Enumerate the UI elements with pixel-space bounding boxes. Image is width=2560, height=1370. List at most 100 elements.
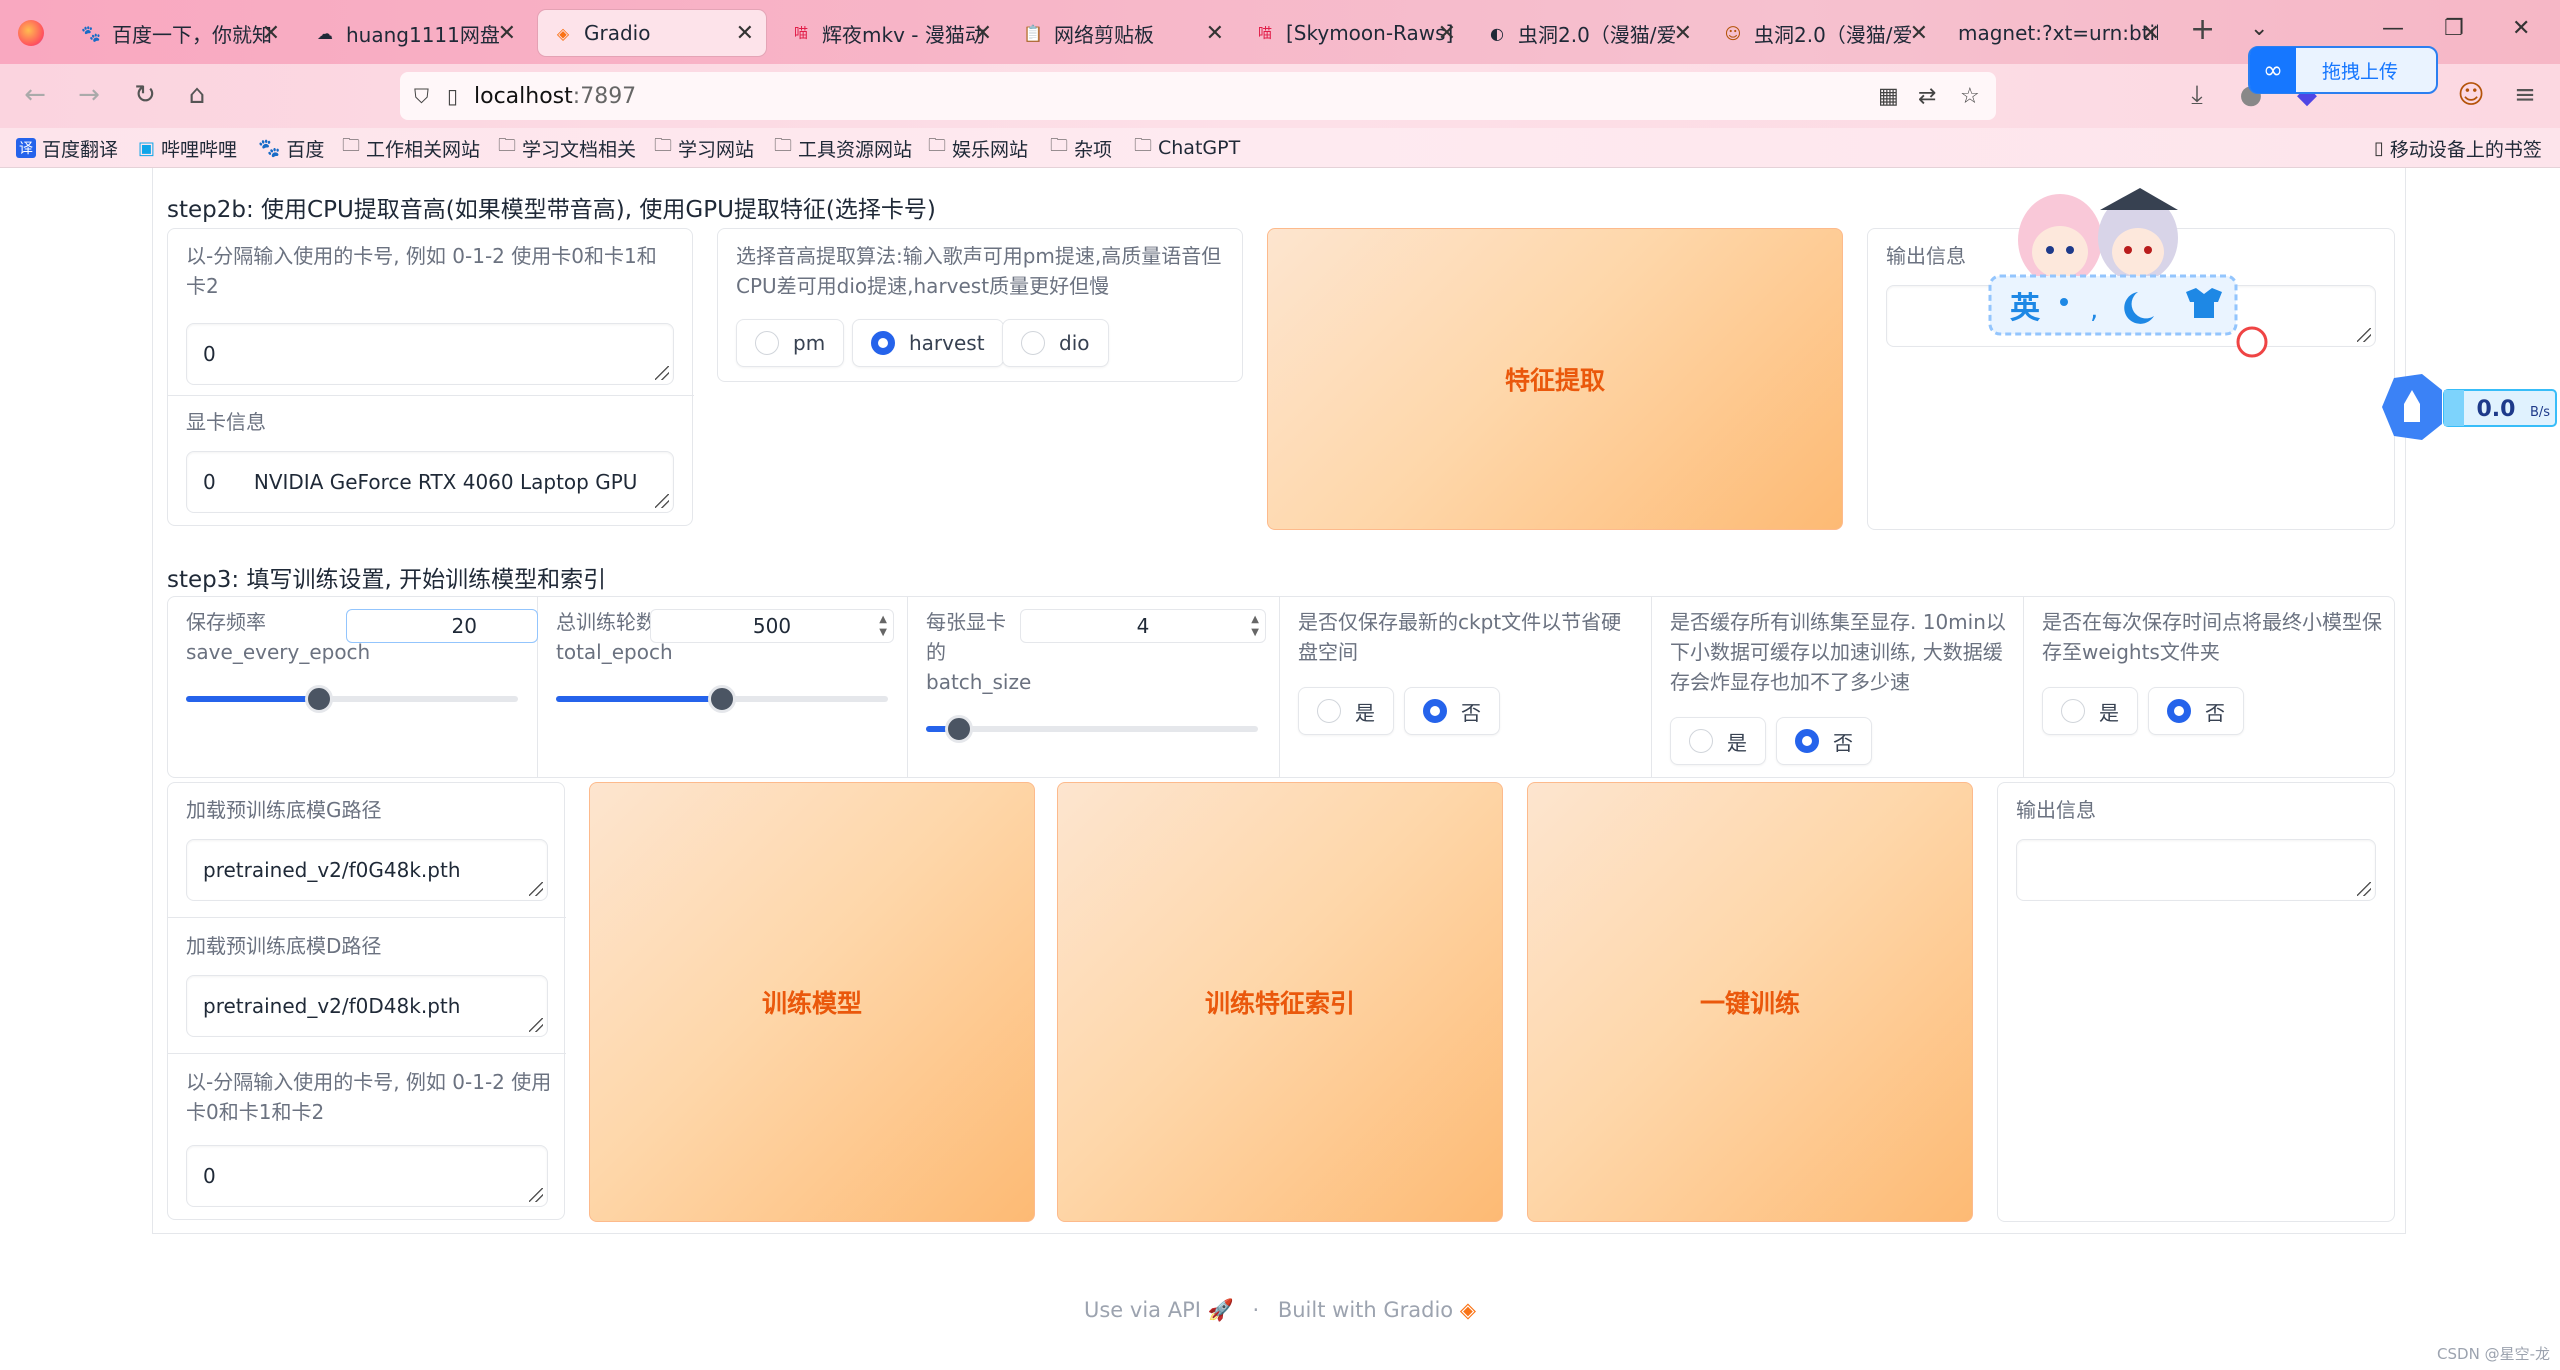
tab-baidu[interactable]: 🐾 百度一下，你就知 ✕	[66, 10, 292, 56]
train-index-button[interactable]: 训练特征索引	[1057, 782, 1503, 1222]
radio-harvest[interactable]: harvest	[852, 319, 1004, 367]
slider-thumb[interactable]	[708, 685, 736, 713]
gpus-label-step3: 以-分隔输入使用的卡号, 例如 0-1-2 使用卡0和卡1和卡2	[186, 1070, 552, 1124]
save-freq-input[interactable]: 20	[346, 609, 538, 643]
total-epoch-label: 总训练轮数	[556, 610, 656, 634]
use-via-api-link[interactable]: Use via API	[1084, 1298, 1201, 1322]
batch-size-input[interactable]: 4 ▲ ▼	[1020, 609, 1266, 643]
tab-huang-pan[interactable]: ☁ huang1111网盘 ✕	[300, 10, 528, 56]
network-speed-widget[interactable]: 0.0 B/s	[2372, 370, 2560, 444]
bookmark-item[interactable]: 🗀 ChatGPT	[1134, 134, 1240, 162]
page-icon[interactable]: ▯	[447, 84, 458, 108]
bookmark-item[interactable]: 🐾 百度	[258, 134, 324, 162]
chevron-down-icon[interactable]: ⌄	[2250, 16, 2268, 41]
firefox-icon[interactable]	[18, 20, 44, 46]
close-icon[interactable]: ✕	[262, 21, 280, 46]
bookmark-item[interactable]: ▣ 哔哩哔哩	[138, 134, 237, 162]
gradio-logo-icon: ◈	[1459, 1298, 1476, 1322]
tab-clipboard[interactable]: 📋 网络剪贴板 ✕	[1008, 10, 1236, 56]
close-icon[interactable]: ✕	[1438, 21, 1456, 46]
close-icon[interactable]: ✕	[1206, 21, 1224, 46]
built-with-gradio-link[interactable]: Built with Gradio	[1278, 1298, 1453, 1322]
shield-icon[interactable]: ⛉	[414, 84, 429, 108]
radio-cache-no[interactable]: 否	[1776, 717, 1872, 765]
qr-code-icon[interactable]: ▦	[1878, 84, 1899, 109]
minimize-icon[interactable]: —	[2382, 16, 2404, 41]
radio-cache-yes[interactable]: 是	[1670, 717, 1766, 765]
tab-gradio[interactable]: ◈ Gradio ✕	[538, 10, 766, 56]
watermark-credit: CSDN @星空-龙	[2437, 1345, 2550, 1363]
back-icon[interactable]: ←	[18, 78, 52, 112]
save-freq-slider-block: 保存频率 save_every_epoch 20	[168, 597, 538, 777]
bookmark-item[interactable]: 🗀 工作相关网站	[342, 134, 480, 162]
tab-wormhole-1[interactable]: ◐ 虫洞2.0（漫猫/爱 ✕	[1472, 10, 1704, 56]
tab-skymoon[interactable]: 喵 [Skymoon-Raws] ✕	[1240, 10, 1468, 56]
translate-icon[interactable]: ⇄	[1918, 84, 1936, 109]
slider-thumb[interactable]	[945, 715, 974, 743]
divider	[168, 395, 694, 396]
batch-size-key: batch_size	[926, 670, 1032, 694]
stepper-icon[interactable]: ▲ ▼	[879, 613, 887, 639]
new-tab-icon[interactable]: +	[2190, 12, 2215, 47]
close-icon[interactable]: ✕	[2142, 21, 2160, 46]
slider-thumb[interactable]	[304, 685, 333, 713]
train-model-button[interactable]: 训练模型	[589, 782, 1035, 1222]
bookmarks-bar: 译百度翻译 ▣ 哔哩哔哩 🐾 百度 🗀 工作相关网站 🗀 学习文档相关 🗀 学习网站 🗀 工…	[0, 128, 2560, 168]
tab-wormhole-2[interactable]: ☺ 虫洞2.0（漫猫/爱 ✕	[1708, 10, 1940, 56]
close-icon[interactable]: ✕	[974, 21, 992, 46]
bookmark-item[interactable]: 译百度翻译	[16, 134, 118, 162]
radio-dio[interactable]: dio	[1002, 319, 1109, 367]
bookmark-star-icon[interactable]: ☆	[1960, 84, 1980, 109]
close-icon[interactable]: ✕	[736, 21, 754, 46]
pretrained-g-field[interactable]: pretrained_v2/f0G48k.pth	[186, 839, 548, 901]
bookmark-item[interactable]: 🗀 杂项	[1050, 134, 1112, 162]
cache-gpu-label: 是否缓存所有训练集至显存. 10min以下小数据可缓存以加速训练, 大数据缓存会…	[1670, 610, 2006, 694]
output-field[interactable]	[2016, 839, 2376, 901]
radio-save-weights-yes[interactable]: 是	[2042, 687, 2138, 735]
address-bar[interactable]: ⛉ ▯ localhost :7897 ▦ ⇄ ☆	[400, 72, 1996, 120]
total-epoch-slider[interactable]	[556, 685, 888, 713]
save-weights-block: 是否在每次保存时间点将最终小模型保存至weights文件夹 是 否	[2024, 597, 2394, 777]
avatar[interactable]: ☺	[2454, 78, 2488, 112]
save-freq-slider[interactable]	[186, 685, 518, 713]
restore-icon[interactable]: ❐	[2444, 16, 2464, 41]
gpus-field[interactable]: 0	[186, 323, 674, 385]
f0-method-box: 选择音高提取算法:输入歌声可用pm提速,高质量语音但CPU差可用dio提速,ha…	[717, 228, 1243, 382]
bookmark-item[interactable]: 🗀 工具资源网站	[774, 134, 912, 162]
radio-save-weights-no[interactable]: 否	[2148, 687, 2244, 735]
close-icon[interactable]: ✕	[1910, 21, 1928, 46]
close-window-icon[interactable]: ✕	[2512, 16, 2530, 41]
radio-save-latest-no[interactable]: 否	[1404, 687, 1500, 735]
folder-icon: 🗀	[342, 135, 360, 156]
tab-kaguya[interactable]: 喵 辉夜mkv - 漫猫动 ✕	[776, 10, 1004, 56]
home-icon[interactable]: ⌂	[180, 78, 214, 112]
stepper-icon[interactable]: ▲ ▼	[1251, 613, 1259, 639]
gpus-field-step3[interactable]: 0	[186, 1145, 548, 1207]
upload-chip[interactable]: ∞ 拖拽上传	[2248, 46, 2438, 94]
extract-feature-button[interactable]: 特征提取	[1267, 228, 1843, 530]
speed-value: 0.0	[2477, 397, 2516, 422]
radio-pm[interactable]: pm	[736, 319, 845, 367]
one-click-train-button[interactable]: 一键训练	[1527, 782, 1973, 1222]
folder-icon: 🗀	[1050, 135, 1068, 156]
tab-magnet[interactable]: magnet:?xt=urn:btih ✕	[1944, 10, 2172, 56]
ime-mascot-widget[interactable]: 英 ,	[1980, 180, 2280, 360]
rocket-icon: 0.0 B/s	[2382, 374, 2557, 440]
batch-size-slider[interactable]	[926, 715, 1258, 743]
forward-icon[interactable]: →	[72, 78, 106, 112]
download-icon[interactable]: ⤓	[2180, 78, 2214, 112]
bookmark-item[interactable]: 🗀 学习文档相关	[498, 134, 636, 162]
gpus-label: 以-分隔输入使用的卡号, 例如 0-1-2 使用卡0和卡1和卡2	[186, 244, 657, 298]
radio-save-latest-yes[interactable]: 是	[1298, 687, 1394, 735]
mobile-bookmarks[interactable]: ▯ 移动设备上的书签	[2374, 134, 2542, 162]
total-epoch-input[interactable]: 500 ▲ ▼	[650, 609, 894, 643]
close-icon[interactable]: ✕	[1674, 21, 1692, 46]
gpu-info-field[interactable]: 0 NVIDIA GeForce RTX 4060 Laptop GPU	[186, 451, 674, 513]
bookmark-item[interactable]: 🗀 学习网站	[654, 134, 754, 162]
menu-icon[interactable]: ≡	[2508, 78, 2542, 112]
clipboard-icon: 📋	[1023, 23, 1043, 43]
pretrained-d-field[interactable]: pretrained_v2/f0D48k.pth	[186, 975, 548, 1037]
close-icon[interactable]: ✕	[498, 21, 516, 46]
bookmark-item[interactable]: 🗀 娱乐网站	[928, 134, 1028, 162]
reload-icon[interactable]: ↻	[128, 78, 162, 112]
